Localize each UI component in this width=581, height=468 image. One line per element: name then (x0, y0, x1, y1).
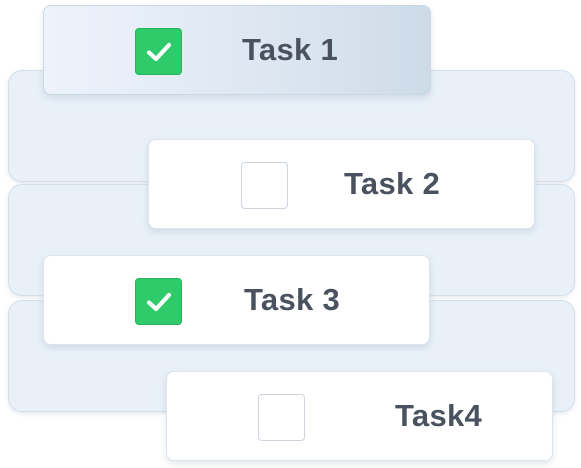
checkmark-icon (146, 42, 171, 61)
task-item-4[interactable]: Task4 (166, 371, 553, 461)
task-item-1[interactable]: Task 1 (43, 5, 431, 95)
task-label: Task 1 (242, 32, 339, 67)
task-1-checkbox[interactable] (135, 28, 182, 75)
checkmark-icon (146, 292, 171, 311)
task-3-checkbox[interactable] (135, 278, 182, 325)
task-item-2[interactable]: Task 2 (148, 139, 535, 229)
task-label: Task4 (395, 398, 483, 433)
task-2-checkbox[interactable] (241, 162, 288, 209)
task-label: Task 2 (344, 166, 441, 201)
task-list: Task 1 Task 2 Task 3 Task4 (0, 0, 581, 468)
task-4-checkbox[interactable] (258, 394, 305, 441)
task-item-3[interactable]: Task 3 (43, 255, 430, 345)
task-label: Task 3 (244, 282, 341, 317)
